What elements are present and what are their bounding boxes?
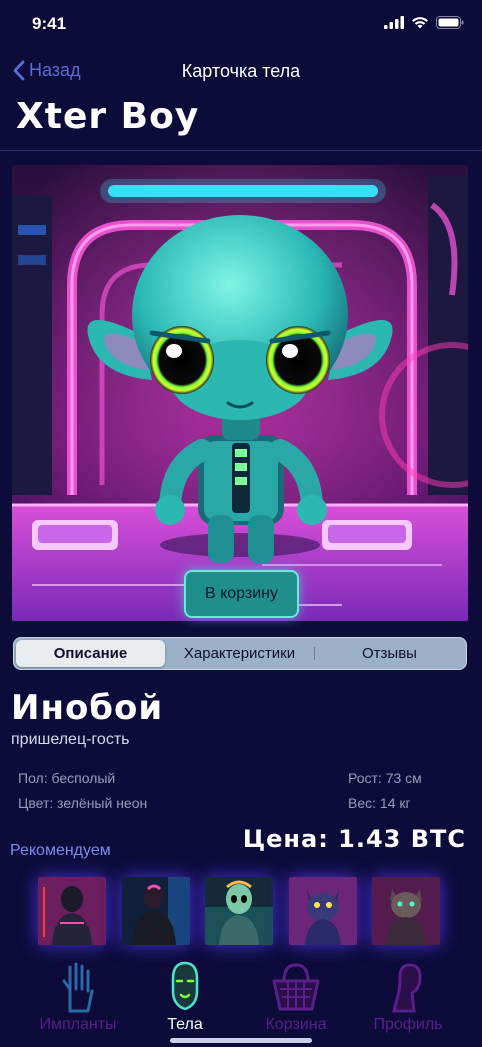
tabbar-item-cart[interactable]: Корзина <box>236 955 356 1033</box>
tabbar-item-bodies[interactable]: Тела <box>125 955 245 1033</box>
tabbar-label-cart: Корзина <box>265 1016 327 1033</box>
spec-color: Цвет: зелёный неон <box>18 795 148 811</box>
tab-bar: Импланты Тела Корзина Профиль <box>0 955 482 1047</box>
tab-reviews[interactable]: Отзывы <box>315 640 464 667</box>
tabbar-label-profile: Профиль <box>373 1016 443 1033</box>
basket-icon <box>272 963 320 1011</box>
signal-icon <box>384 16 404 29</box>
tabbar-item-implants[interactable]: Импланты <box>18 955 138 1033</box>
body-type-subtitle: пришелец-гость <box>11 731 130 748</box>
recommend-list <box>38 877 440 945</box>
info-tabs: Описание Характеристики Отзывы <box>13 637 467 670</box>
tab-description[interactable]: Описание <box>16 640 165 667</box>
divider <box>0 150 482 151</box>
cyber-dog-thumbnail[interactable] <box>288 877 357 945</box>
hand-implant-icon <box>62 962 94 1013</box>
alien-robot-illustration <box>12 165 468 621</box>
spec-height: Рост: 73 см <box>348 770 422 786</box>
system-icons <box>384 16 464 29</box>
status-time: 9:41 <box>32 14 67 33</box>
tab-characteristics[interactable]: Характеристики <box>165 640 314 667</box>
tabbar-label-implants: Импланты <box>39 1016 117 1033</box>
cyber-man-thumbnail[interactable] <box>121 877 190 945</box>
price-label: Цена: 1.43 BTC <box>242 825 466 853</box>
cyber-woman-thumbnail[interactable] <box>38 877 106 945</box>
home-indicator <box>170 1038 312 1043</box>
body-type-title: Инобой <box>11 688 164 728</box>
add-to-cart-button[interactable]: В корзину <box>184 570 299 618</box>
navigation-bar: Назад Карточка тела <box>0 52 482 92</box>
page-title: Xter Boy <box>16 96 200 137</box>
wifi-icon <box>412 17 428 29</box>
nav-title: Карточка тела <box>181 61 301 81</box>
tabbar-label-bodies: Тела <box>167 1016 203 1033</box>
profile-icon <box>392 963 422 1013</box>
spec-gender: Пол: бесполый <box>18 770 116 786</box>
status-bar: 9:41 <box>0 0 482 50</box>
cyber-cat-thumbnail[interactable] <box>372 877 440 945</box>
product-image <box>12 165 468 621</box>
battery-icon <box>436 16 464 29</box>
recommend-title: Рекомендуем <box>10 842 111 859</box>
alien-woman-thumbnail[interactable] <box>205 877 273 945</box>
tabbar-item-profile[interactable]: Профиль <box>348 955 468 1033</box>
spec-weight: Вес: 14 кг <box>348 795 411 811</box>
head-body-icon <box>171 961 199 1011</box>
